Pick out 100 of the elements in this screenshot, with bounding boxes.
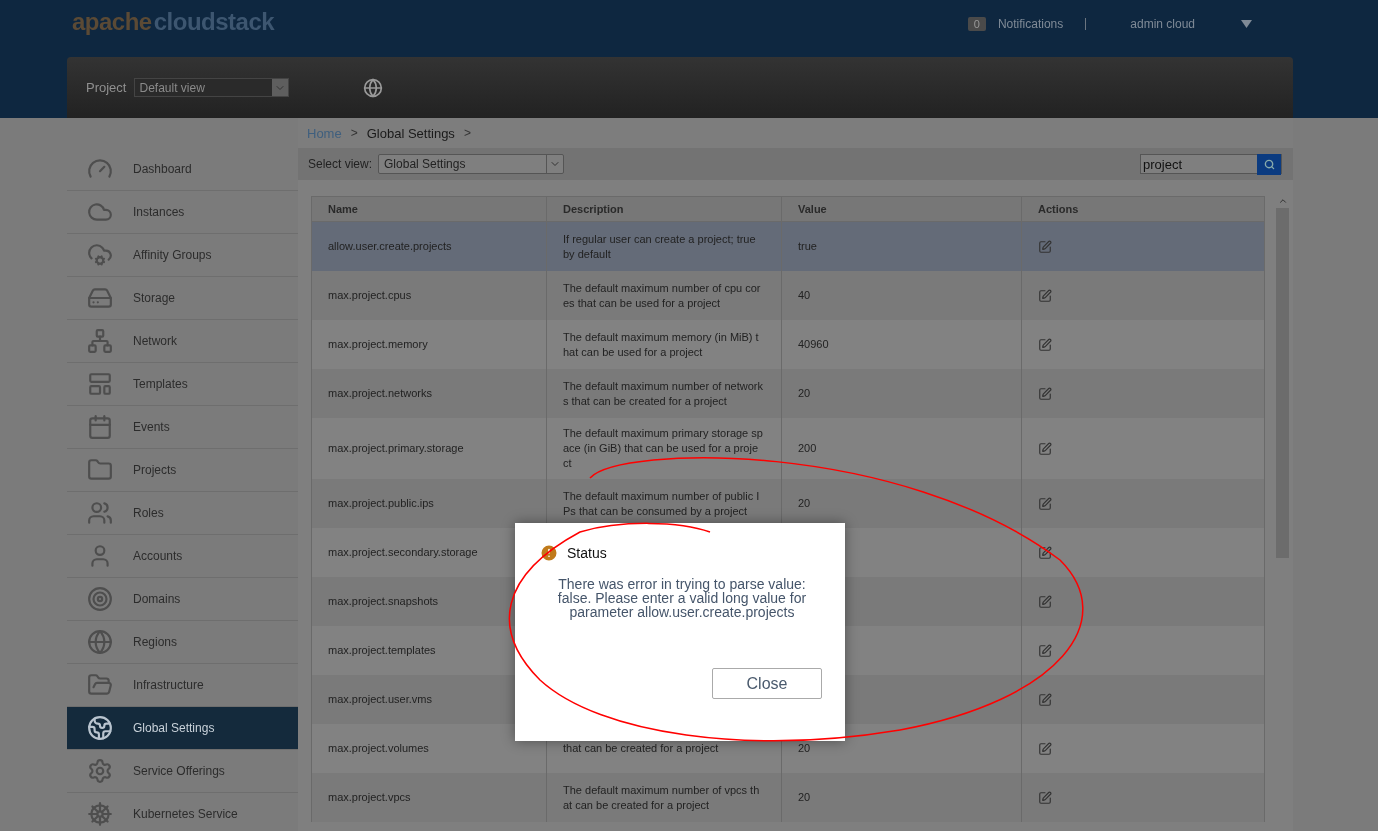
folder-icon [87,457,113,483]
setting-description: The default maximum memory (in MiB) that can be used for a project [563,329,760,360]
search-field[interactable]: project [1140,154,1282,174]
edit-button[interactable] [1038,790,1052,805]
globe-icon[interactable] [363,77,384,98]
table-row[interactable]: max.project.cpus The default maximum number of cpu cores that can be used for a project 40 [311,271,1265,320]
setting-name: max.project.volumes [328,742,429,754]
sidebar-label: Infrastructure [133,678,204,692]
edit-button[interactable] [1038,496,1052,511]
sidebar-label: Affinity Groups [133,248,212,262]
sidebar-label: Kubernetes Service [133,807,238,821]
setting-description: The default maximum primary storage space (in GiB) that can be used for a project [563,426,763,471]
sidebar-label: Regions [133,635,178,649]
sidebar-label: Global Settings [133,721,215,735]
table-row[interactable]: max.project.primary.storage The default maximum primary storage space (in GiB) that can be used for a project 200 [311,418,1265,479]
setting-value: 200 [798,442,817,454]
sidebar-item[interactable]: Templates [67,363,298,406]
setting-description: that can be created for a project [563,741,720,756]
edit-button[interactable] [1038,239,1052,254]
globe-icon [87,715,113,741]
edit-button[interactable] [1038,545,1052,560]
table-row[interactable]: max.project.public.ips The default maximum number of public IPs that can be consumed by a project 20 [311,479,1265,528]
setting-description: If regular user can create a project; true by default [563,231,757,262]
setting-value: 20 [798,742,811,754]
edit-button[interactable] [1038,643,1052,658]
caret-icon[interactable] [1241,20,1252,28]
sidebar-label: Instances [133,205,185,219]
setting-name: max.project.vpcs [328,791,411,803]
sidebar-item[interactable]: Projects [67,449,298,492]
edit-button[interactable] [1038,692,1052,707]
edit-button[interactable] [1038,386,1052,401]
setting-name: max.project.networks [328,387,432,399]
sidebar-item[interactable]: Network [67,320,298,363]
setting-name: max.project.memory [328,338,428,350]
edit-button[interactable] [1038,594,1052,609]
sidebar-label: Templates [133,377,188,391]
setting-value: 20 [798,497,811,509]
setting-value: 40 [798,289,811,301]
project-label: Project [86,80,127,95]
search-icon [1263,158,1275,170]
table-row[interactable]: max.project.memory The default maximum memory (in MiB) that can be used for a project 40960 [311,320,1265,369]
dialog-message: There was error in trying to parse value: false. Please enter a valid long value for parameter allow.user.create.projects [556,577,808,619]
setting-name: max.project.primary.storage [328,442,464,454]
search-button[interactable] [1257,153,1281,175]
sidebar-label: Roles [133,506,164,520]
network-icon [87,328,113,354]
sidebar-item[interactable]: Roles [67,492,298,535]
edit-button[interactable] [1038,741,1052,756]
sidebar-label: Dashboard [133,162,192,176]
sidebar-item[interactable]: Service Offerings [67,750,298,793]
setting-description: The default maximum number of public IPs that can be consumed by a project [563,488,761,519]
notifications-link[interactable]: Notifications [997,17,1064,31]
setting-name: max.project.cpus [328,289,412,301]
notification-count: 0 [967,17,986,31]
edit-button[interactable] [1038,288,1052,303]
table-row[interactable]: max.project.vpcs The default maximum number of vpcs that can be created for a project 20 [311,773,1265,822]
setting-description: The default maximum number of networks that can be created for a project [563,378,763,409]
setting-name: allow.user.create.projects [328,240,452,252]
project-select[interactable]: Default view [134,78,290,97]
view-select[interactable]: Global Settings [378,154,565,174]
folder-icon [87,672,113,698]
sidebar-label: Domains [133,592,181,606]
sidebar-label: Service Offerings [133,764,225,778]
table-row[interactable]: allow.user.create.projects If regular user can create a project; true by default true [311,221,1265,271]
edit-button[interactable] [1038,441,1052,456]
user-name[interactable]: admin cloud [1130,17,1195,31]
setting-name: max.project.secondary.storage [328,546,478,558]
sidebar-item[interactable]: Regions [67,621,298,664]
column-header: Actions [1021,196,1265,222]
scroll-up-icon[interactable] [1277,196,1288,206]
sidebar-item[interactable]: Events [67,406,298,449]
column-header: Value [781,196,1022,222]
breadcrumb-current: Global Settings [366,125,455,141]
sidebar-item[interactable]: Global Settings [67,707,298,750]
ship-wheel-icon [87,801,113,827]
sidebar-item[interactable]: Domains [67,578,298,621]
sidebar-label: Network [133,334,177,348]
sidebar-label: Accounts [133,549,183,563]
setting-value: 20 [798,791,811,803]
sidebar-label: Storage [133,291,176,305]
users-icon [87,500,113,526]
select-view-label: Select view: [308,157,373,171]
setting-name: max.project.snapshots [328,595,439,607]
sidebar-item[interactable]: Storage [67,277,298,320]
setting-value: 20 [798,387,811,399]
close-button[interactable]: Close [712,668,822,699]
column-header: Name [311,196,547,222]
globe-icon [87,629,113,655]
setting-value: 40960 [798,338,829,350]
column-header: Description [546,196,782,222]
template-icon [87,371,113,397]
cloud-icon [87,242,113,268]
edit-button[interactable] [1038,337,1052,352]
setting-value: true [798,240,817,252]
table-row[interactable]: max.project.networks The default maximum number of networks that can be created for a project 20 [311,369,1265,418]
breadcrumb-separator: > [350,126,358,140]
setting-description: The default maximum number of cpu cores that can be used for a project [563,280,762,311]
setting-description: The default maximum number of vpcs that can be created for a project [563,782,761,813]
breadcrumb-separator: > [463,126,471,140]
calendar-icon [87,414,113,440]
